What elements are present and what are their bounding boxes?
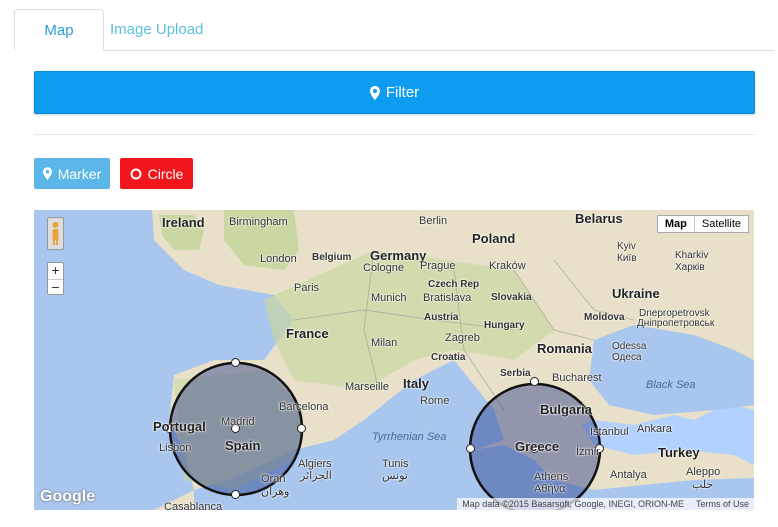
map-label: Serbia bbox=[500, 368, 531, 379]
map-label: Ukraine bbox=[612, 286, 660, 301]
map-label: Greece bbox=[515, 439, 560, 454]
map-label: Odessa bbox=[612, 341, 647, 352]
map-label: Kraków bbox=[489, 260, 526, 272]
map-label: Prague bbox=[420, 260, 456, 272]
map-pin-icon bbox=[369, 85, 380, 100]
map-label: Barcelona bbox=[279, 401, 329, 413]
map-label: London bbox=[260, 253, 297, 265]
map-label: Slovakia bbox=[491, 292, 532, 303]
map-label: Spain bbox=[225, 438, 261, 453]
map-label: Casablanca bbox=[164, 501, 223, 510]
map-label: Athens bbox=[534, 471, 569, 483]
map-label: حلب bbox=[692, 479, 714, 491]
circle-handle[interactable] bbox=[297, 424, 306, 433]
map-label: Ankara bbox=[637, 423, 672, 435]
map-label: Black Sea bbox=[646, 379, 696, 391]
map-label: Belgium bbox=[312, 252, 352, 263]
circle-handle[interactable] bbox=[231, 358, 240, 367]
circle-button[interactable]: Circle bbox=[120, 158, 193, 189]
map-label: Czech Rep bbox=[428, 279, 480, 290]
map-label: Austria bbox=[424, 312, 459, 323]
map-label: Paris bbox=[294, 282, 320, 294]
map-label: Berlin bbox=[419, 215, 448, 227]
map-label: Portugal bbox=[153, 419, 206, 434]
map-label: Moldova bbox=[584, 312, 625, 323]
circle-outline-icon bbox=[130, 168, 142, 179]
map-label: France bbox=[286, 326, 329, 341]
map-label: Ireland bbox=[162, 215, 205, 230]
circle-label: Circle bbox=[147, 165, 184, 182]
map-label: İzmir bbox=[576, 446, 600, 458]
pegman-icon[interactable] bbox=[47, 217, 64, 250]
filter-button[interactable]: Filter bbox=[34, 71, 755, 114]
map-pin-icon bbox=[42, 167, 52, 180]
marker-label: Marker bbox=[57, 165, 102, 182]
map-label: Marseille bbox=[345, 381, 390, 393]
map-attribution: Map data ©2015 Basarsoft, Google, INEGI,… bbox=[457, 498, 754, 510]
map-label: Aleppo bbox=[686, 466, 721, 478]
map-label: Oran bbox=[261, 473, 286, 485]
map-label: Bucharest bbox=[552, 372, 602, 384]
map-label: Харків bbox=[675, 262, 705, 273]
map-label: Tyrrhenian Sea bbox=[372, 431, 447, 443]
map-label: Kharkiv bbox=[675, 250, 709, 261]
map-label: Lisbon bbox=[159, 442, 192, 454]
map-label: Antalya bbox=[610, 469, 647, 481]
map-type-map-button[interactable]: Map bbox=[658, 216, 695, 232]
tab-map[interactable]: Map bbox=[14, 9, 104, 51]
map-label: Birmingham bbox=[229, 216, 288, 228]
circle-handle[interactable] bbox=[466, 444, 475, 453]
map-canvas[interactable]: Ireland Birmingham London Belgium Paris … bbox=[34, 210, 754, 510]
zoom-control: + − bbox=[47, 262, 64, 295]
map-label: Rome bbox=[420, 395, 450, 407]
filter-label: Filter bbox=[385, 84, 420, 101]
map-label: Cologne bbox=[363, 262, 404, 274]
map-label: Bulgaria bbox=[540, 402, 593, 417]
map-label: Hungary bbox=[484, 320, 525, 331]
map-label: Poland bbox=[472, 231, 516, 246]
map-label: Zagreb bbox=[445, 332, 480, 344]
map-label: Istanbul bbox=[590, 426, 629, 438]
map-label: Αθήνα bbox=[534, 483, 566, 495]
map-label: تونس bbox=[382, 470, 408, 482]
tab-image-upload[interactable]: Image Upload bbox=[94, 9, 219, 51]
map-label: Turkey bbox=[658, 445, 700, 460]
map-label: Belarus bbox=[575, 211, 623, 226]
map-label: Дніпропетровськ bbox=[637, 318, 715, 329]
map-label: Bratislava bbox=[423, 292, 472, 304]
map-label: Romania bbox=[537, 341, 592, 356]
map-label: Germany bbox=[370, 248, 427, 263]
map-label: Madrid bbox=[221, 416, 255, 428]
map-type-satellite-button[interactable]: Satellite bbox=[695, 216, 748, 232]
circle-handle[interactable] bbox=[231, 490, 240, 499]
attribution-text: Map data ©2015 Basarsoft, Google, INEGI,… bbox=[462, 499, 684, 509]
google-logo: Google bbox=[40, 488, 96, 505]
marker-button[interactable]: Marker bbox=[34, 158, 110, 189]
map-label: Одеса bbox=[612, 352, 642, 363]
map-label: Київ bbox=[617, 253, 637, 264]
divider bbox=[34, 134, 755, 135]
map-label: Italy bbox=[403, 376, 430, 391]
circle-handle[interactable] bbox=[530, 377, 539, 386]
map-type-control: Map Satellite bbox=[656, 215, 749, 233]
map-label: الجزائر bbox=[300, 470, 332, 482]
map-label: Munich bbox=[371, 292, 407, 304]
map-label: Milan bbox=[371, 337, 398, 349]
zoom-in-button[interactable]: + bbox=[48, 263, 63, 279]
map-label: Croatia bbox=[431, 352, 466, 363]
map-label: Kyiv bbox=[617, 241, 636, 252]
zoom-out-button[interactable]: − bbox=[48, 280, 63, 296]
tab-bar: Map Image Upload bbox=[14, 9, 774, 51]
terms-link[interactable]: Terms of Use bbox=[696, 499, 749, 509]
map-label: وهران bbox=[261, 486, 290, 498]
